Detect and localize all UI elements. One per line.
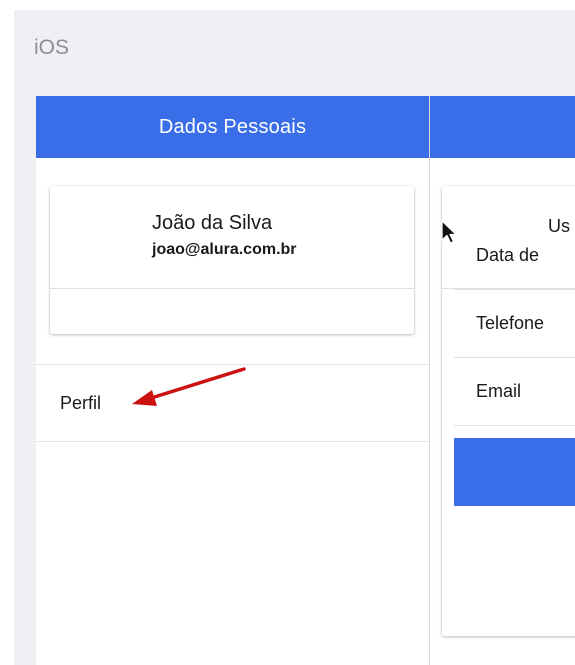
field-label: Email bbox=[476, 381, 522, 401]
detail-nav-bar bbox=[430, 96, 575, 158]
split-view: Dados Pessoais João da Silva joao@alura.… bbox=[36, 96, 575, 665]
os-label: iOS bbox=[34, 36, 70, 59]
field-row-telefone[interactable]: Telefone bbox=[454, 289, 575, 358]
action-button[interactable] bbox=[454, 438, 575, 506]
field-row-data-de-nascimento[interactable]: Data de bbox=[454, 221, 575, 290]
user-name: João da Silva bbox=[152, 212, 273, 234]
ios-simulator-frame: iOS Dados Pessoais João da Silva joao@al… bbox=[14, 10, 575, 665]
user-card: João da Silva joao@alura.com.br bbox=[50, 186, 414, 334]
field-label: Data de bbox=[476, 245, 540, 265]
menu-item-perfil[interactable]: Perfil bbox=[36, 364, 429, 442]
menu-item-label: Perfil bbox=[60, 393, 102, 413]
card-divider bbox=[50, 288, 414, 289]
field-row-email[interactable]: Email bbox=[454, 357, 575, 426]
nav-bar-title: Dados Pessoais bbox=[36, 96, 429, 158]
master-pane: Dados Pessoais João da Silva joao@alura.… bbox=[36, 96, 430, 665]
user-email: joao@alura.com.br bbox=[152, 241, 297, 258]
detail-pane: Us Data de Telefone Email bbox=[430, 96, 575, 665]
mouse-cursor-icon bbox=[441, 220, 457, 244]
field-label: Telefone bbox=[476, 313, 545, 333]
